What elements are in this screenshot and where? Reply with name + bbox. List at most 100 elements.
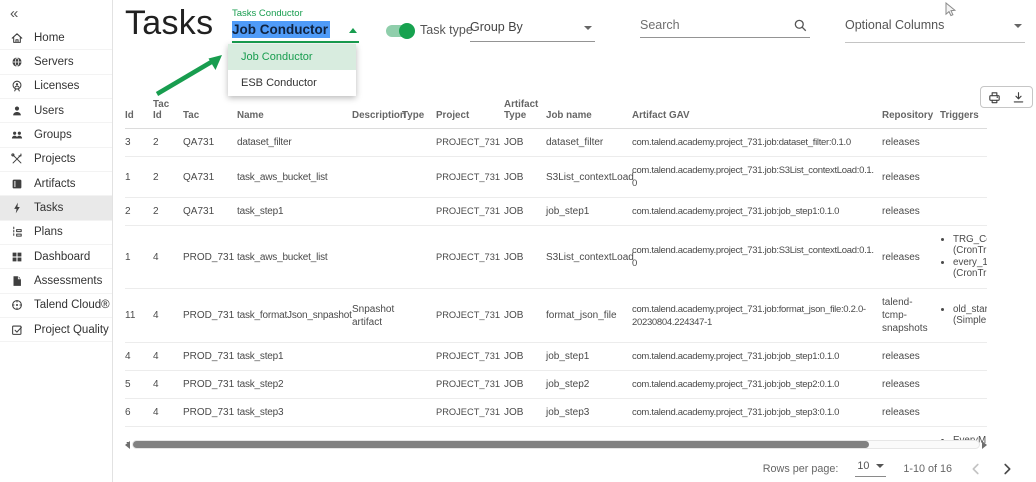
sidebar-item-home[interactable]: Home (0, 26, 112, 50)
menu-item-esb-conductor[interactable]: ESB Conductor (228, 70, 356, 96)
table-row[interactable]: 54PROD_731task_step2PROJECT_731JOBjob_st… (125, 371, 987, 399)
cell-triggers (940, 157, 987, 198)
conductor-dropdown-menu: Job Conductor ESB Conductor (228, 44, 356, 96)
trigger-name: every_10 (953, 258, 987, 269)
caret-down-icon (584, 26, 592, 30)
search-input[interactable] (640, 18, 786, 32)
table-row[interactable]: 32QA731dataset_filterPROJECT_731JOBdatas… (125, 129, 987, 157)
scroll-left-arrow-icon[interactable] (125, 441, 130, 449)
cell-project: PROJECT_731 (436, 289, 504, 343)
cell-tac-id: 4 (153, 343, 183, 371)
sidebar-item-tasks[interactable]: Tasks (0, 196, 112, 220)
table-row[interactable]: 64PROD_731task_step3PROJECT_731JOBjob_st… (125, 399, 987, 427)
optional-columns-select[interactable]: Optional Columns (845, 18, 1025, 43)
col-header-tac[interactable]: Tac (183, 97, 237, 129)
trigger-type: (Simple (953, 316, 987, 327)
cell-project: PROJECT_731 (436, 198, 504, 226)
group-by-placeholder: Group By (470, 20, 523, 34)
sidebar-collapse-button[interactable]: « (0, 0, 112, 26)
rows-per-page-select[interactable]: 10 (855, 460, 886, 477)
cell-job-name: job_step3 (546, 399, 632, 427)
cell-artifact-gav: com.talend.academy.project_731.job:S3Lis… (632, 157, 882, 198)
menu-item-job-conductor[interactable]: Job Conductor (228, 44, 356, 70)
previous-page-button[interactable] (969, 462, 983, 476)
sidebar-item-servers[interactable]: Servers (0, 50, 112, 74)
sidebar-item-artifacts[interactable]: Artifacts (0, 172, 112, 196)
sidebar-item-label: Licenses (34, 80, 79, 92)
optional-columns-placeholder: Optional Columns (845, 18, 944, 32)
col-header-type[interactable]: Type (402, 97, 436, 129)
rows-per-page-label: Rows per page: (763, 463, 839, 475)
sidebar-item-groups[interactable]: Groups (0, 123, 112, 147)
col-header-artifact-gav[interactable]: Artifact GAV (632, 97, 882, 129)
task-type-label: Task type (420, 23, 473, 37)
col-header-id[interactable]: Id (125, 97, 153, 129)
col-header-artifact-type[interactable]: Artifact Type (504, 97, 546, 129)
assessments-icon (9, 274, 24, 289)
horizontal-scrollbar (125, 439, 987, 450)
col-header-tac-id[interactable]: Tac Id (153, 97, 183, 129)
col-header-repository[interactable]: Repository (882, 97, 940, 129)
table-row[interactable]: 114PROD_731task_formatJson_snpashotSnpas… (125, 289, 987, 343)
col-header-description[interactable]: Description (352, 97, 402, 129)
sidebar-item-projects[interactable]: Projects (0, 148, 112, 172)
plans-icon (9, 225, 24, 240)
cell-id: 11 (125, 289, 153, 343)
scrollbar-thumb[interactable] (133, 441, 869, 448)
cell-artifact-gav: com.talend.academy.project_731.job:job_s… (632, 198, 882, 226)
cell-tac-id: 4 (153, 289, 183, 343)
cell-type (402, 198, 436, 226)
sidebar-item-plans[interactable]: Plans (0, 221, 112, 245)
scrollbar-track[interactable] (132, 440, 980, 449)
toggle-knob (399, 23, 415, 39)
cell-id: 2 (125, 198, 153, 226)
tasks-conductor-value[interactable]: Job Conductor (232, 22, 359, 43)
sidebar-item-users[interactable]: Users (0, 99, 112, 123)
sidebar: « Home Servers Licenses Users Groups Pro… (0, 0, 113, 482)
cell-description (352, 399, 402, 427)
col-header-triggers[interactable]: Triggers (940, 97, 987, 129)
tasks-lightning-icon (9, 201, 24, 216)
table-row[interactable]: 12QA731task_aws_bucket_listPROJECT_731JO… (125, 157, 987, 198)
next-page-button[interactable] (1000, 462, 1014, 476)
sidebar-item-label: Tasks (34, 202, 63, 214)
sidebar-item-talend-cloud[interactable]: Talend Cloud® (0, 294, 112, 318)
col-header-name[interactable]: Name (237, 97, 352, 129)
licenses-icon (9, 79, 24, 94)
table-row[interactable]: 22QA731task_step1PROJECT_731JOBjob_step1… (125, 198, 987, 226)
cell-repository: releases (882, 198, 940, 226)
sidebar-item-licenses[interactable]: Licenses (0, 75, 112, 99)
tasks-conductor-select[interactable]: Tasks Conductor Job Conductor (232, 8, 359, 43)
sidebar-item-project-quality[interactable]: Project Quality (0, 318, 112, 342)
search-icon[interactable] (793, 18, 808, 33)
scroll-right-arrow-icon[interactable] (982, 441, 987, 449)
group-by-select[interactable]: Group By (470, 20, 595, 42)
table-row[interactable]: 14PROD_731task_aws_bucket_listPROJECT_73… (125, 226, 987, 289)
sidebar-item-dashboard[interactable]: Dashboard (0, 245, 112, 269)
selected-text-highlight: Job Conductor (232, 21, 330, 38)
cell-id: 1 (125, 226, 153, 289)
cell-description (352, 371, 402, 399)
task-type-toggle[interactable] (386, 25, 413, 37)
cell-tac: QA731 (183, 198, 237, 226)
cell-artifact-type: JOB (504, 399, 546, 427)
col-header-project[interactable]: Project (436, 97, 504, 129)
cell-description (352, 198, 402, 226)
cell-id: 4 (125, 343, 153, 371)
cell-triggers (940, 198, 987, 226)
collapse-double-chevron-icon: « (10, 5, 18, 22)
trigger-list: old_star(Simple (940, 305, 987, 326)
cell-artifact-gav: com.talend.academy.project_731.job:datas… (632, 129, 882, 157)
project-quality-icon (9, 322, 24, 337)
sidebar-item-label: Plans (34, 226, 63, 238)
col-header-job-name[interactable]: Job name (546, 97, 632, 129)
table-row[interactable]: 44PROD_731task_step1PROJECT_731JOBjob_st… (125, 343, 987, 371)
sidebar-item-assessments[interactable]: Assessments (0, 269, 112, 293)
search-field (640, 18, 810, 38)
sidebar-item-label: Projects (34, 153, 76, 165)
sidebar-item-label: Home (34, 32, 65, 44)
download-icon[interactable] (1011, 90, 1026, 105)
trigger-type: (CronTr (953, 269, 987, 280)
print-export-icon[interactable] (987, 90, 1002, 105)
cell-repository: releases (882, 399, 940, 427)
